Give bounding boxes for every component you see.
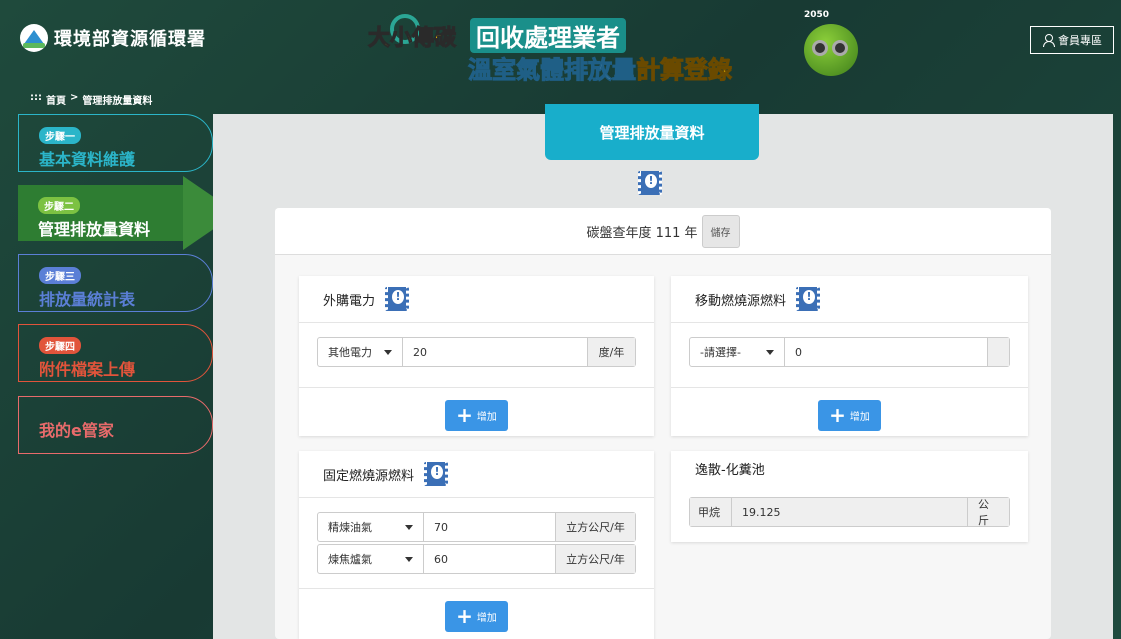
fuel-type-select[interactable]: 煉焦爐氣 [318,545,424,573]
banner-text-c: 溫室氣體排放量 [468,56,637,85]
power-type-select[interactable]: 其他電力 [318,338,403,366]
page-title-tab: 管理排放量資料 [545,104,759,160]
save-button[interactable]: 儲存 [701,214,740,248]
step-title: 附件檔案上傳 [39,360,136,379]
purchased-power-section: 外購電力 其他電力 20 度/年 + 增加 [299,276,654,436]
emission-row: 甲烷 19.125 公斤 [689,497,1010,527]
step-title: 管理排放量資料 [38,220,151,239]
step-2-manage-emissions[interactable]: 步驟二 管理排放量資料 [18,185,183,241]
step-3-statistics[interactable]: 步驟三 排放量統計表 [18,254,213,312]
breadcrumb: ::: 首頁 > 管理排放量資料 [30,92,152,107]
site-logo[interactable]: 環境部資源循環署 [20,24,206,52]
step-1-basic-info[interactable]: 步驟一 基本資料維護 [18,114,213,172]
unit-label: 立方公尺/年 [555,545,635,573]
gas-label: 甲烷 [698,506,720,519]
video-help-icon[interactable] [638,171,662,195]
unit-label [987,338,1009,366]
my-e-manager[interactable]: 我的e管家 [18,396,213,454]
step-tag: 步驟一 [39,127,81,144]
member-area-label: 會員專區 [1058,34,1102,47]
fuel-type-select[interactable]: -請選擇- [690,338,785,366]
plus-icon: + [456,604,473,628]
user-icon [1042,34,1055,47]
mascot-badge: 2050 [804,10,830,20]
breadcrumb-prefix: ::: [30,92,42,103]
emission-row: 其他電力 20 度/年 [317,337,636,367]
septic-tank-section: 逸散-化糞池 甲烷 19.125 公斤 [671,451,1028,542]
banner-text-d: 計算登錄 [636,56,733,85]
plus-icon: + [829,403,846,427]
amount-input[interactable]: 0 [785,338,987,366]
plus-icon: + [456,403,473,427]
section-title: 外購電力 [323,293,376,309]
select-value: 煉焦爐氣 [328,553,372,566]
banner-text-b: 回收處理業者 [470,18,627,53]
amount-readonly: 19.125 [742,505,781,519]
emission-row: 精煉油氣 70 立方公尺/年 [317,512,636,542]
step-title: 排放量統計表 [39,290,136,309]
breadcrumb-home-link[interactable]: 首頁 [46,92,66,107]
step-title: 基本資料維護 [39,150,136,169]
video-help-icon[interactable] [424,462,449,486]
add-button[interactable]: + 增加 [818,399,881,431]
unit-label: 公斤 [967,498,1009,527]
select-value: 其他電力 [328,346,372,359]
emission-row: -請選擇- 0 [689,337,1010,367]
add-button[interactable]: + 增加 [445,600,508,632]
video-help-icon[interactable] [385,287,410,311]
logo-text: 環境部資源循環署 [54,29,206,50]
chevron-down-icon [766,349,774,355]
section-title: 逸散-化糞池 [695,462,765,478]
add-label: 增加 [476,411,497,423]
agency-emblem-icon [20,24,48,52]
section-title: 固定燃燒源燃料 [323,468,415,484]
breadcrumb-current: 管理排放量資料 [82,96,153,107]
step-tag: 步驟四 [39,337,81,354]
select-value: 精煉油氣 [328,521,372,534]
select-value: -請選擇- [700,346,741,359]
fuel-type-select[interactable]: 精煉油氣 [318,513,424,541]
video-help-icon[interactable] [796,287,821,311]
step-4-attachments[interactable]: 步驟四 附件檔案上傳 [18,324,213,382]
chevron-down-icon [405,524,413,530]
amount-input[interactable]: 20 [403,338,587,366]
emission-row: 煉焦爐氣 60 立方公尺/年 [317,544,636,574]
step-title: 我的e管家 [39,421,114,440]
mascot-image: 2050 [798,10,862,80]
unit-label: 度/年 [587,338,635,366]
chevron-down-icon [384,349,392,355]
inventory-year: 碳盤查年度 111 年 [586,225,698,241]
unit-label: 立方公尺/年 [555,513,635,541]
step-tag: 步驟二 [38,197,80,214]
step-tag: 步驟三 [39,267,81,284]
gas-type-label: 甲烷 [690,498,732,526]
stationary-fuel-section: 固定燃燒源燃料 精煉油氣 70 立方公尺/年 煉焦爐氣 60 立方公尺/年 + … [299,451,654,639]
add-label: 增加 [476,612,497,624]
banner-text-a: 大小傳碳 [367,25,457,51]
breadcrumb-separator: > [70,92,79,103]
chevron-down-icon [405,556,413,562]
banner: 大小傳碳 回收處理業者 溫室氣體排放量計算登錄 2050 [367,10,868,85]
amount-input[interactable]: 70 [424,513,555,541]
amount-input[interactable]: 60 [424,545,555,573]
section-title: 移動燃燒源燃料 [695,293,787,309]
member-area-button[interactable]: 會員專區 [1030,26,1114,54]
add-button[interactable]: + 增加 [445,399,508,431]
mobile-fuel-section: 移動燃燒源燃料 -請選擇- 0 + 增加 [671,276,1028,436]
add-label: 增加 [849,411,870,423]
